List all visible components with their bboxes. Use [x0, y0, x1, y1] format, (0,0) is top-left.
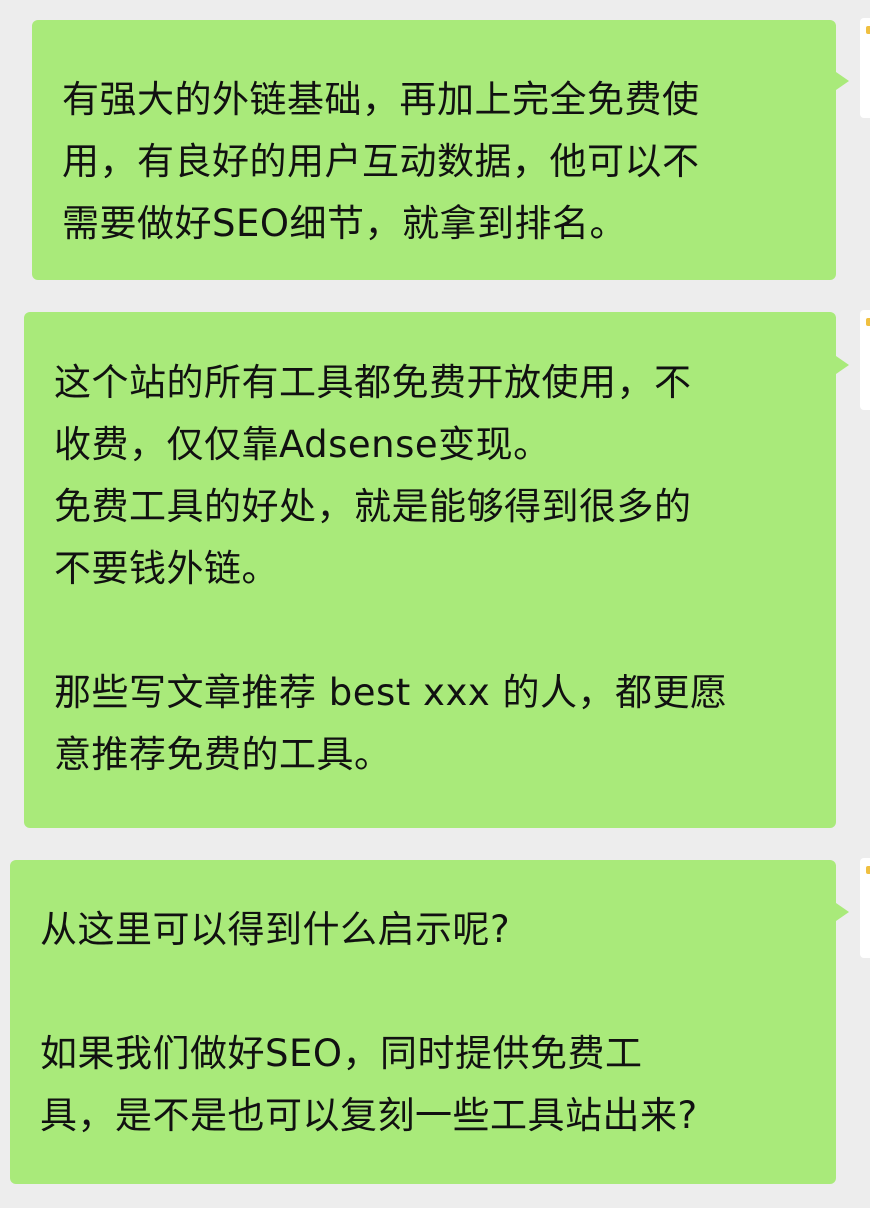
message-line: 从这里可以得到什么启示呢? — [40, 908, 511, 951]
avatar-image — [866, 318, 870, 326]
chat-view: 有强大的外链基础，再加上完全免费使 用，有良好的用户互动数据，他可以不 需要做好… — [0, 0, 870, 1208]
message-bubble[interactable]: 有强大的外链基础，再加上完全免费使 用，有良好的用户互动数据，他可以不 需要做好… — [32, 20, 849, 280]
message-line: 这个站的所有工具都免费开放使用，不 — [54, 361, 692, 404]
avatar[interactable] — [860, 858, 870, 958]
message-bubble[interactable]: 从这里可以得到什么启示呢? 如果我们做好SEO，同时提供免费工 具，是不是也可以… — [10, 860, 849, 1184]
message-line: 需要做好SEO细节，就拿到排名。 — [62, 202, 627, 245]
message-line: 意推荐免费的工具。 — [54, 733, 392, 776]
message-bubble[interactable]: 这个站的所有工具都免费开放使用，不 收费，仅仅靠Adsense变现。 免费工具的… — [24, 312, 849, 828]
message-line: 不要钱外链。 — [54, 547, 279, 590]
avatar-image — [866, 866, 870, 874]
avatar[interactable] — [860, 18, 870, 118]
bubble-tail — [836, 72, 849, 90]
message-line: 用，有良好的用户互动数据，他可以不 — [62, 140, 700, 183]
avatar-image — [866, 26, 870, 34]
message-line: 收费，仅仅靠Adsense变现。 — [54, 423, 551, 466]
message-line: 具，是不是也可以复刻一些工具站出来? — [40, 1094, 698, 1137]
avatar[interactable] — [860, 310, 870, 410]
message-line: 有强大的外链基础，再加上完全免费使 — [62, 78, 700, 121]
bubble-tail — [836, 903, 849, 921]
bubble-tail — [836, 356, 849, 374]
message-line: 免费工具的好处，就是能够得到很多的 — [54, 485, 692, 528]
message-line: 那些写文章推荐 best xxx 的人，都更愿 — [54, 671, 728, 714]
message-line: 如果我们做好SEO，同时提供免费工 — [40, 1032, 643, 1075]
